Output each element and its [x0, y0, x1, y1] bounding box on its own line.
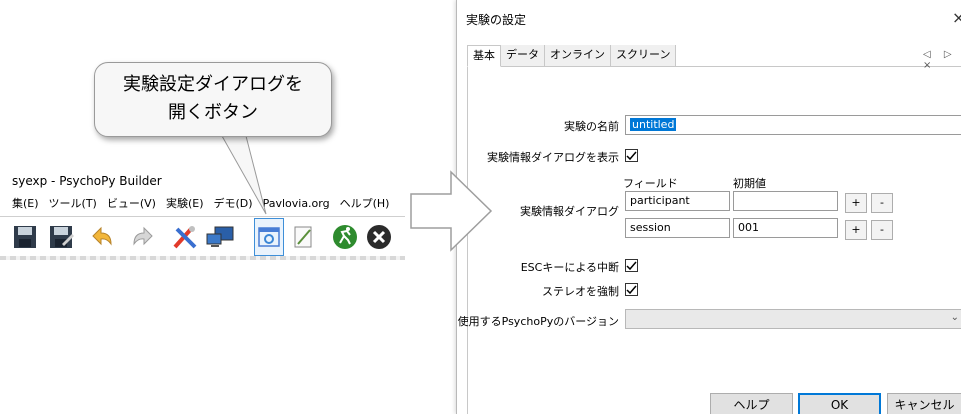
stop-icon[interactable]: [364, 222, 394, 252]
save-as-icon[interactable]: [46, 222, 76, 252]
cancel-button[interactable]: キャンセル: [887, 393, 961, 414]
window-title: syexp - PsychoPy Builder: [12, 174, 162, 188]
experiment-name-value: untitled: [630, 118, 677, 131]
menu-demos[interactable]: デモ(D): [214, 193, 253, 215]
remove-row-button[interactable]: -: [871, 193, 893, 213]
tab-data[interactable]: データ: [501, 45, 545, 66]
menu-tools[interactable]: ツール(T): [49, 193, 97, 215]
info-value-input[interactable]: [733, 191, 838, 211]
undo-icon[interactable]: [87, 222, 117, 252]
monitor-icon[interactable]: [205, 222, 235, 252]
ok-button[interactable]: OK: [798, 393, 881, 414]
experiment-settings-dialog: 実験の設定 × 基本 データ オンライン スクリーン ◁ ▷ × 実験の名前 u…: [456, 0, 961, 414]
force-stereo-checkbox[interactable]: [625, 283, 638, 296]
info-value-input[interactable]: 001: [733, 218, 838, 238]
callout-line1: 実験設定ダイアログを: [123, 74, 303, 95]
experiment-name-label: 実験の名前: [564, 120, 619, 133]
esc-quit-checkbox[interactable]: [625, 259, 638, 272]
menu-experiment[interactable]: 実験(E): [166, 193, 204, 215]
tab-bar: 基本 データ オンライン スクリーン: [467, 45, 961, 67]
run-icon[interactable]: [330, 222, 360, 252]
dialog-title: 実験の設定: [466, 13, 527, 27]
menu-edit[interactable]: 集(E): [12, 193, 39, 215]
experiment-name-input[interactable]: untitled: [625, 115, 961, 135]
redo-icon[interactable]: [128, 222, 158, 252]
info-field-input[interactable]: session: [625, 218, 730, 238]
preferences-icon[interactable]: [170, 222, 200, 252]
esc-quit-label: ESCキーによる中断: [520, 261, 619, 274]
menu-pavlovia[interactable]: Pavlovia.org: [263, 193, 330, 215]
remove-row-button[interactable]: -: [871, 220, 893, 240]
add-row-button[interactable]: +: [845, 220, 867, 240]
version-label: 使用するPsychoPyのバージョン: [457, 315, 619, 328]
info-dialog-label: 実験情報ダイアログ: [520, 205, 619, 218]
menu-bar: 集(E) ツール(T) ビュー(V) 実験(E) デモ(D) Pavlovia.…: [0, 193, 405, 215]
info-field-input[interactable]: participant: [625, 191, 730, 211]
arrow-icon: [410, 170, 493, 252]
highlighted-settings-button: [254, 218, 284, 256]
menu-separator: [0, 216, 405, 217]
force-stereo-label: ステレオを強制: [542, 285, 619, 298]
callout-bubble: 実験設定ダイアログを 開くボタン: [94, 62, 332, 137]
show-info-dialog-checkbox[interactable]: [625, 149, 638, 162]
menu-view[interactable]: ビュー(V): [107, 193, 156, 215]
toolbar: [0, 218, 405, 256]
save-icon[interactable]: [10, 222, 40, 252]
tab-basic[interactable]: 基本: [467, 45, 501, 67]
version-select[interactable]: ⌄: [625, 309, 961, 329]
compile-script-icon[interactable]: [288, 222, 318, 252]
field-column-header: フィールド: [623, 177, 678, 190]
add-row-button[interactable]: +: [845, 193, 867, 213]
builder-flow-edge: [0, 256, 405, 260]
help-button[interactable]: ヘルプ: [710, 393, 793, 414]
tab-screen[interactable]: スクリーン: [611, 45, 677, 66]
chevron-down-icon: ⌄: [950, 312, 959, 323]
callout-line2: 開くボタン: [168, 102, 258, 123]
close-icon[interactable]: ×: [952, 8, 961, 27]
tab-online[interactable]: オンライン: [545, 45, 611, 66]
menu-help[interactable]: ヘルプ(H): [340, 193, 390, 215]
default-column-header: 初期値: [733, 177, 766, 190]
show-info-dialog-label: 実験情報ダイアログを表示: [487, 151, 619, 164]
builder-window: syexp - PsychoPy Builder 集(E) ツール(T) ビュー…: [0, 163, 405, 263]
tab-nav-arrows[interactable]: ◁ ▷ ×: [923, 49, 961, 71]
